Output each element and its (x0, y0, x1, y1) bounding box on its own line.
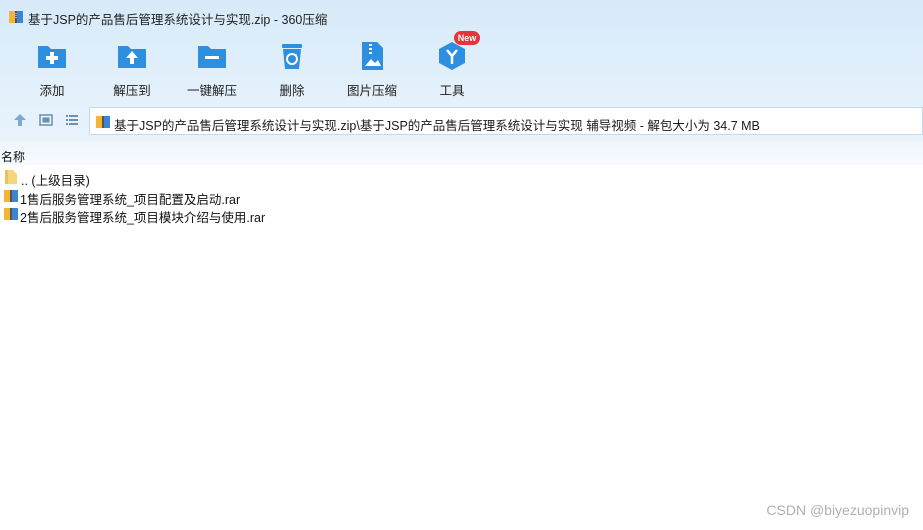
rar-archive-icon (4, 208, 18, 220)
rar-archive-icon (4, 189, 18, 202)
one-click-extract-icon (198, 46, 226, 68)
toolbar: 添加 解压到 一键解压 删除 图片压缩 工具 New (0, 31, 923, 100)
new-badge: New (454, 31, 480, 45)
list-item[interactable]: 1售后服务管理系统_项目配置及启动.rar (0, 187, 923, 207)
one-click-extract-label: 一键解压 (186, 84, 237, 98)
image-compress-label: 图片压缩 (346, 84, 397, 98)
add-button[interactable]: 添加 (13, 38, 91, 98)
list-item-name: 2售后服务管理系统_项目模块介绍与使用.rar (20, 211, 266, 225)
file-list: .. (上级目录) 1售后服务管理系统_项目配置及启动.rar 2售后服务管理系… (0, 168, 923, 225)
tools-label: 工具 (439, 84, 465, 98)
zip-archive-icon (9, 11, 23, 23)
extract-folder-icon (118, 46, 146, 68)
tools-button[interactable]: 工具 (413, 38, 491, 98)
address-bar[interactable]: 基于JSP的产品售后管理系统设计与实现.zip\基于JSP的产品售后管理系统设计… (89, 107, 923, 135)
up-arrow-icon[interactable] (12, 112, 28, 128)
watermark: CSDN @biyezuopinvip (766, 502, 909, 518)
folder-icon (5, 170, 17, 184)
list-item-parent-directory[interactable]: .. (上级目录) (0, 168, 923, 188)
image-compress-icon (362, 42, 383, 70)
image-compress-button[interactable]: 图片压缩 (333, 38, 411, 98)
column-header-label: 名称 (1, 150, 26, 164)
recycle-bin-icon (282, 44, 302, 69)
title-bar: 基于JSP的产品售后管理系统设计与实现.zip - 360压缩 (0, 0, 923, 34)
address-path: 基于JSP的产品售后管理系统设计与实现.zip\基于JSP的产品售后管理系统设计… (114, 119, 760, 133)
delete-label: 删除 (279, 84, 305, 98)
extract-to-label: 解压到 (113, 84, 151, 98)
add-folder-icon (38, 46, 66, 68)
list-item[interactable]: 2售后服务管理系统_项目模块介绍与使用.rar (0, 205, 923, 225)
thumbnail-view-icon[interactable] (38, 112, 54, 128)
extract-to-button[interactable]: 解压到 (93, 38, 171, 98)
list-view-icon[interactable] (64, 112, 80, 128)
column-header-name[interactable]: 名称 (0, 141, 923, 165)
navigation-bar: 基于JSP的产品售后管理系统设计与实现.zip\基于JSP的产品售后管理系统设计… (0, 104, 923, 137)
window-title: 基于JSP的产品售后管理系统设计与实现.zip - 360压缩 (28, 13, 328, 27)
top-chrome: 基于JSP的产品售后管理系统设计与实现.zip - 360压缩 添加 解压到 一… (0, 0, 923, 141)
add-label: 添加 (39, 84, 65, 98)
one-click-extract-button[interactable]: 一键解压 (173, 38, 251, 98)
zip-archive-icon (96, 116, 110, 128)
delete-button[interactable]: 删除 (253, 38, 331, 98)
